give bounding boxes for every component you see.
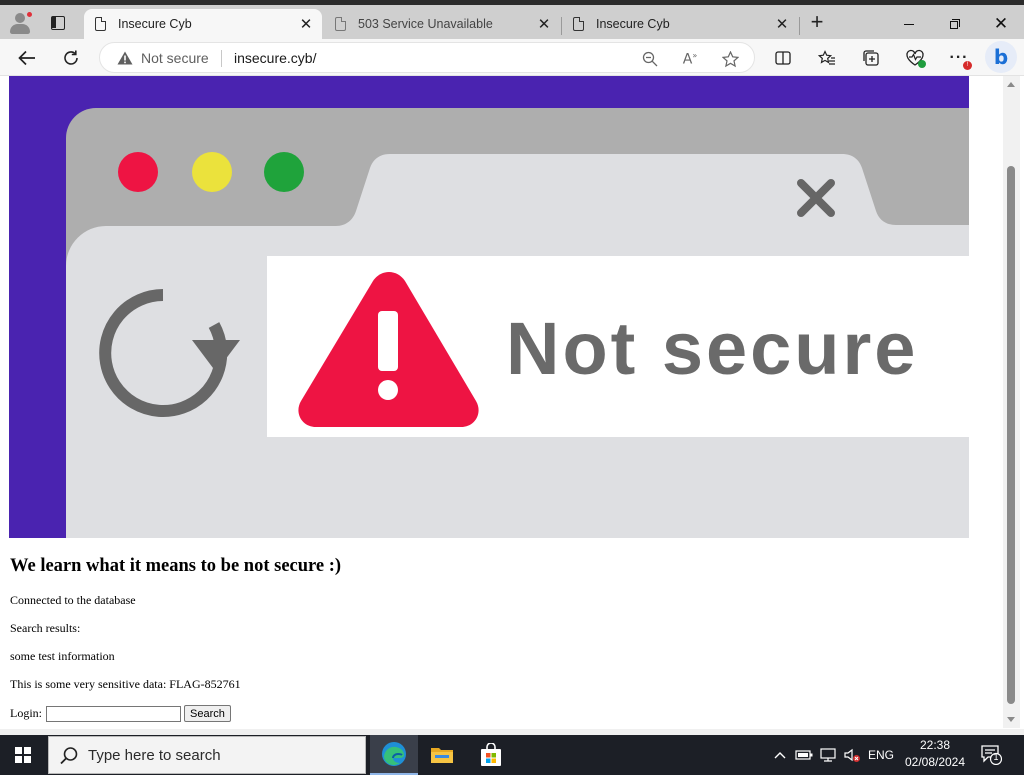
tab-separator: [799, 17, 800, 35]
folder-icon: [431, 748, 453, 763]
windows-taskbar: Type here to search ENG 22:38 02/08/2024…: [0, 735, 1024, 775]
page-viewport: Not secure We learn what it means to be …: [0, 76, 1024, 735]
notification-count: 1: [993, 752, 999, 762]
refresh-icon: [64, 50, 78, 65]
page-heading: We learn what it means to be not secure …: [10, 556, 342, 576]
login-form: Login: Search: [10, 705, 341, 722]
url-text[interactable]: insecure.cyb/: [234, 50, 316, 66]
page-icon: [335, 17, 346, 31]
vertical-scrollbar[interactable]: [1003, 76, 1020, 728]
read-aloud-icon[interactable]: A»: [680, 49, 700, 69]
volume-muted-icon[interactable]: [841, 735, 863, 775]
zoom-out-icon[interactable]: [640, 49, 660, 69]
profile-avatar-icon[interactable]: [8, 11, 33, 35]
edge-icon: [382, 742, 406, 766]
file-explorer-button[interactable]: [418, 735, 466, 775]
search-results-label: Search results:: [10, 621, 81, 635]
restore-button[interactable]: [932, 9, 978, 39]
store-bag-icon: [481, 743, 501, 766]
login-input[interactable]: [46, 705, 181, 722]
restore-icon: [950, 19, 960, 29]
battery-icon[interactable]: [793, 735, 815, 775]
scroll-thumb[interactable]: [1007, 166, 1015, 704]
split-screen-icon[interactable]: [771, 46, 795, 70]
address-bar[interactable]: Not secure insecure.cyb/ A»: [99, 42, 755, 73]
refresh-button[interactable]: [57, 44, 85, 72]
browser-essentials-icon[interactable]: [903, 46, 927, 70]
show-hidden-icons-chevron-icon[interactable]: [770, 735, 790, 775]
edge-taskbar-button[interactable]: [370, 735, 418, 775]
red-dot: [118, 152, 158, 192]
tab-title: Insecure Cyb: [596, 17, 670, 31]
tab-503-service-unavailable[interactable]: 503 Service Unavailable ✕: [324, 9, 560, 39]
microsoft-store-button[interactable]: [467, 735, 515, 775]
clock-date: 02/08/2024: [904, 755, 966, 769]
arrow-left-icon: [18, 50, 35, 66]
tab-title: Insecure Cyb: [118, 17, 192, 31]
close-tab-icon[interactable]: ✕: [298, 16, 314, 33]
settings-more-icon[interactable]: ··· !: [947, 46, 972, 70]
not-secure-hero-image: Not secure: [9, 76, 969, 538]
browser-toolbar: Not secure insecure.cyb/ A» ··· ! b: [0, 39, 1024, 76]
favorite-star-icon[interactable]: [720, 49, 740, 69]
close-tab-icon[interactable]: ✕: [536, 16, 552, 33]
warning-icon[interactable]: [117, 51, 133, 65]
bing-copilot-icon[interactable]: b: [985, 41, 1017, 73]
taskbar-search-box[interactable]: Type here to search: [48, 736, 366, 774]
search-placeholder: Type here to search: [88, 747, 221, 764]
minimize-button[interactable]: [886, 9, 932, 39]
db-status-text: Connected to the database: [10, 593, 136, 607]
start-button[interactable]: [0, 735, 46, 775]
back-button[interactable]: [13, 44, 41, 72]
security-label[interactable]: Not secure: [141, 50, 209, 66]
green-dot: [264, 152, 304, 192]
tab-insecure-cyb-2[interactable]: Insecure Cyb ✕: [562, 9, 798, 39]
tab-insecure-cyb-1[interactable]: Insecure Cyb ✕: [84, 9, 322, 39]
network-icon[interactable]: [817, 735, 839, 775]
login-label: Login:: [10, 706, 42, 720]
close-window-button[interactable]: ✕: [978, 9, 1024, 39]
notification-center-icon[interactable]: 1: [980, 743, 1003, 766]
windows-logo-icon: [15, 747, 31, 763]
address-separator: [221, 50, 222, 67]
clock-time: 22:38: [919, 738, 951, 752]
page-icon: [573, 17, 584, 31]
favorites-icon[interactable]: [815, 46, 839, 70]
tab-title: 503 Service Unavailable: [358, 17, 493, 31]
taskbar-clock[interactable]: 22:38 02/08/2024: [898, 737, 972, 771]
tab-actions-icon[interactable]: [46, 13, 68, 33]
hero-text: Not secure: [506, 307, 918, 390]
language-indicator[interactable]: ENG: [866, 735, 896, 775]
page-content: We learn what it means to be not secure …: [10, 556, 341, 722]
tab-strip: Insecure Cyb ✕ 503 Service Unavailable ✕…: [0, 5, 1024, 39]
search-result-item: some test information: [10, 649, 115, 663]
new-tab-button[interactable]: +: [806, 11, 828, 34]
collections-icon[interactable]: [859, 46, 883, 70]
search-button[interactable]: Search: [184, 705, 231, 722]
sensitive-data-text: This is some very sensitive data: FLAG-8…: [10, 677, 241, 691]
minimize-icon: [904, 23, 914, 25]
scroll-up-arrow-icon[interactable]: [1007, 82, 1015, 87]
yellow-dot: [192, 152, 232, 192]
page-icon: [95, 17, 106, 31]
search-icon: [60, 747, 78, 765]
close-tab-icon[interactable]: ✕: [774, 16, 790, 33]
scroll-down-arrow-icon[interactable]: [1007, 717, 1015, 722]
